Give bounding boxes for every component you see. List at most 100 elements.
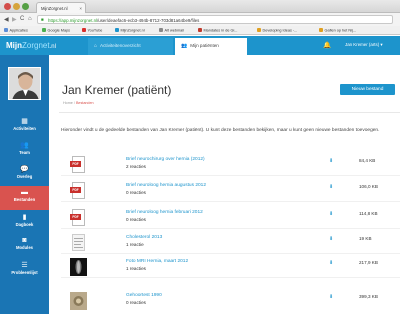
download-icon[interactable]: ⬇ [329, 260, 333, 266]
row-divider [61, 175, 400, 176]
pdf-icon: PDF [70, 182, 87, 200]
row-divider [61, 228, 400, 229]
sidebar-item-modules[interactable]: ◙ Modules [0, 234, 49, 258]
app-logo[interactable]: MijnZorgnet.nl [6, 41, 56, 50]
file-name-link[interactable]: Cholesterol 2013 [126, 235, 162, 240]
bookmark-icon [319, 28, 323, 32]
file-name-link[interactable]: Foto MRI Hernia, maart 2012 [126, 259, 188, 264]
bookmarks-bar: Applicaties Google Maps YouTube MijnZorg… [0, 26, 400, 35]
file-row[interactable]: Cholesterol 2013 1 reactie ⬇ 19 KB [61, 232, 400, 254]
bookmark-item[interactable]: Developing Ideas -... [257, 28, 297, 33]
bookmark-icon [198, 28, 202, 32]
file-size: 19 KB [359, 236, 372, 241]
file-name-link[interactable]: Gehoortest 1990 [126, 293, 162, 298]
download-icon[interactable]: ⬇ [329, 211, 333, 217]
address-bar[interactable]: ■ https://app.mijnzorgnet.nl/user/deaefa… [37, 15, 393, 24]
bell-icon[interactable]: 🔔 [323, 41, 331, 49]
avatar[interactable] [8, 67, 41, 100]
avatar-photo [9, 68, 40, 99]
browser-titlebar: MijnZorgnet.nl × [0, 0, 400, 13]
mri-image-thumbnail [70, 258, 87, 276]
file-size: 106,0 KB [359, 184, 378, 189]
bookmark-item[interactable]: MijnZorgnet.nl [115, 28, 145, 33]
browser-toolbar: ◀ ▶ C ⌂ ■ https://app.mijnzorgnet.nl/use… [0, 13, 400, 26]
tab-activities-overview[interactable]: ⌂ Activiteitenoverzicht [88, 38, 173, 55]
url-scheme: https:// [48, 17, 62, 23]
bookmark-item[interactable]: Applicaties [4, 28, 28, 33]
team-icon: 👥 [20, 142, 29, 149]
home-icon: ⌂ [94, 43, 98, 49]
pdf-icon: PDF [70, 156, 87, 174]
tab-my-patients[interactable]: 👥 Mijn patiënten [175, 38, 247, 55]
file-reactions: 2 reacties [126, 164, 146, 169]
bookmark-icon [257, 28, 261, 32]
row-divider [61, 253, 400, 254]
bookmark-item[interactable]: Alt webmail [159, 28, 184, 33]
bookmark-item[interactable]: YouTube [82, 28, 102, 33]
file-name-link[interactable]: Brief neuroloog hernia februari 2012 [126, 210, 203, 215]
mail-icon [159, 28, 163, 32]
file-row[interactable]: Foto MRI Hernia, maart 2012 1 reacties ⬇… [61, 256, 400, 278]
calendar-icon: ▦ [21, 118, 28, 125]
download-icon[interactable]: ⬇ [329, 158, 333, 164]
row-divider [61, 277, 400, 278]
intro-text: Hieronder vindt u de gedeelde bestanden … [61, 128, 380, 133]
browser-tab[interactable]: MijnZorgnet.nl × [36, 2, 86, 13]
forward-icon[interactable]: ▶ [12, 16, 17, 23]
back-icon[interactable]: ◀ [4, 16, 9, 23]
bookmark-item[interactable]: Mandates in de Gi... [198, 28, 237, 33]
file-reactions: 0 reacties [126, 190, 146, 195]
list-icon: ☰ [21, 262, 28, 269]
row-divider [61, 201, 400, 202]
file-row[interactable]: PDF Brief neuroloog hernia februari 2012… [61, 207, 400, 229]
apps-icon [4, 28, 8, 32]
new-file-button[interactable]: Nieuw bestand [340, 84, 395, 95]
sidebar-item-overleg[interactable]: 💬 Overleg [0, 162, 49, 186]
bookmark-item[interactable]: Google Maps [42, 28, 70, 33]
camera-icon: ◙ [22, 237, 27, 244]
app-header: MijnZorgnet.nl ⌂ Activiteitenoverzicht 👥 M… [0, 36, 400, 55]
maps-icon [42, 28, 46, 32]
file-size: 114,8 KB [359, 211, 378, 216]
tab-close-icon[interactable]: × [79, 6, 82, 11]
download-icon[interactable]: ⬇ [329, 294, 333, 300]
sidebar-item-activiteiten[interactable]: ▦ Activiteiten [0, 114, 49, 138]
url-host: app.mijnzorgnet.nl [61, 17, 98, 23]
breadcrumb-separator: / [73, 101, 75, 105]
window-maximize-button[interactable] [22, 3, 29, 10]
file-size: 84,4 KB [359, 158, 376, 163]
chat-icon: 💬 [20, 166, 29, 173]
sidebar-item-dagboek[interactable]: ▮ Dagboek [0, 210, 49, 234]
sidebar-item-bestanden[interactable]: ▬ Bestanden [0, 186, 49, 210]
window-minimize-button[interactable] [13, 3, 20, 10]
download-icon[interactable]: ⬇ [329, 184, 333, 190]
breadcrumb-current: Bestanden [75, 101, 94, 105]
file-reactions: 0 reacties [126, 300, 146, 305]
scan-image-thumbnail [70, 292, 87, 310]
people-icon: 👥 [181, 43, 188, 49]
file-name-link[interactable]: Brief neuroloog hernia augustus 2012 [126, 183, 206, 188]
file-name-link[interactable]: Brief neurochirurg over hernia (2012) [126, 157, 205, 162]
reload-icon[interactable]: C [20, 16, 24, 22]
pdf-icon: PDF [70, 209, 87, 227]
file-reactions: 1 reacties [126, 266, 146, 271]
file-reactions: 1 reactie [126, 242, 144, 247]
breadcrumb-home[interactable]: Home [63, 101, 73, 105]
window-close-button[interactable] [4, 3, 11, 10]
sidebar-item-probleemlijst[interactable]: ☰ Probleemlijst [0, 258, 49, 282]
file-row[interactable]: PDF Brief neuroloog hernia augustus 2012… [61, 180, 400, 202]
file-row[interactable]: Gehoortest 1990 0 reacties ⬇ 399,3 KB [61, 290, 400, 312]
url-path: /user/deaefac6-ecb3-494b-8712-703d81a64b… [97, 17, 200, 23]
file-row[interactable]: PDF Brief neurochirurg over hernia (2012… [61, 154, 400, 176]
file-reactions: 0 reacties [126, 217, 146, 222]
home-icon[interactable]: ⌂ [28, 16, 32, 22]
file-size: 217,9 KB [359, 260, 378, 265]
sidebar: ▦ Activiteiten 👥 Team 💬 Overleg ▬ Bestan… [0, 55, 49, 314]
main-content: Jan Kremer (patiënt) Home / Bestanden Ni… [49, 55, 400, 314]
youtube-icon [82, 28, 86, 32]
user-menu[interactable]: Jan Kremer (arts) ▾ [345, 42, 383, 48]
sidebar-item-team[interactable]: 👥 Team [0, 138, 49, 162]
download-icon[interactable]: ⬇ [329, 236, 333, 242]
bookmark-item[interactable]: Gaflen op het Nij... [319, 28, 356, 33]
divider [59, 112, 400, 113]
